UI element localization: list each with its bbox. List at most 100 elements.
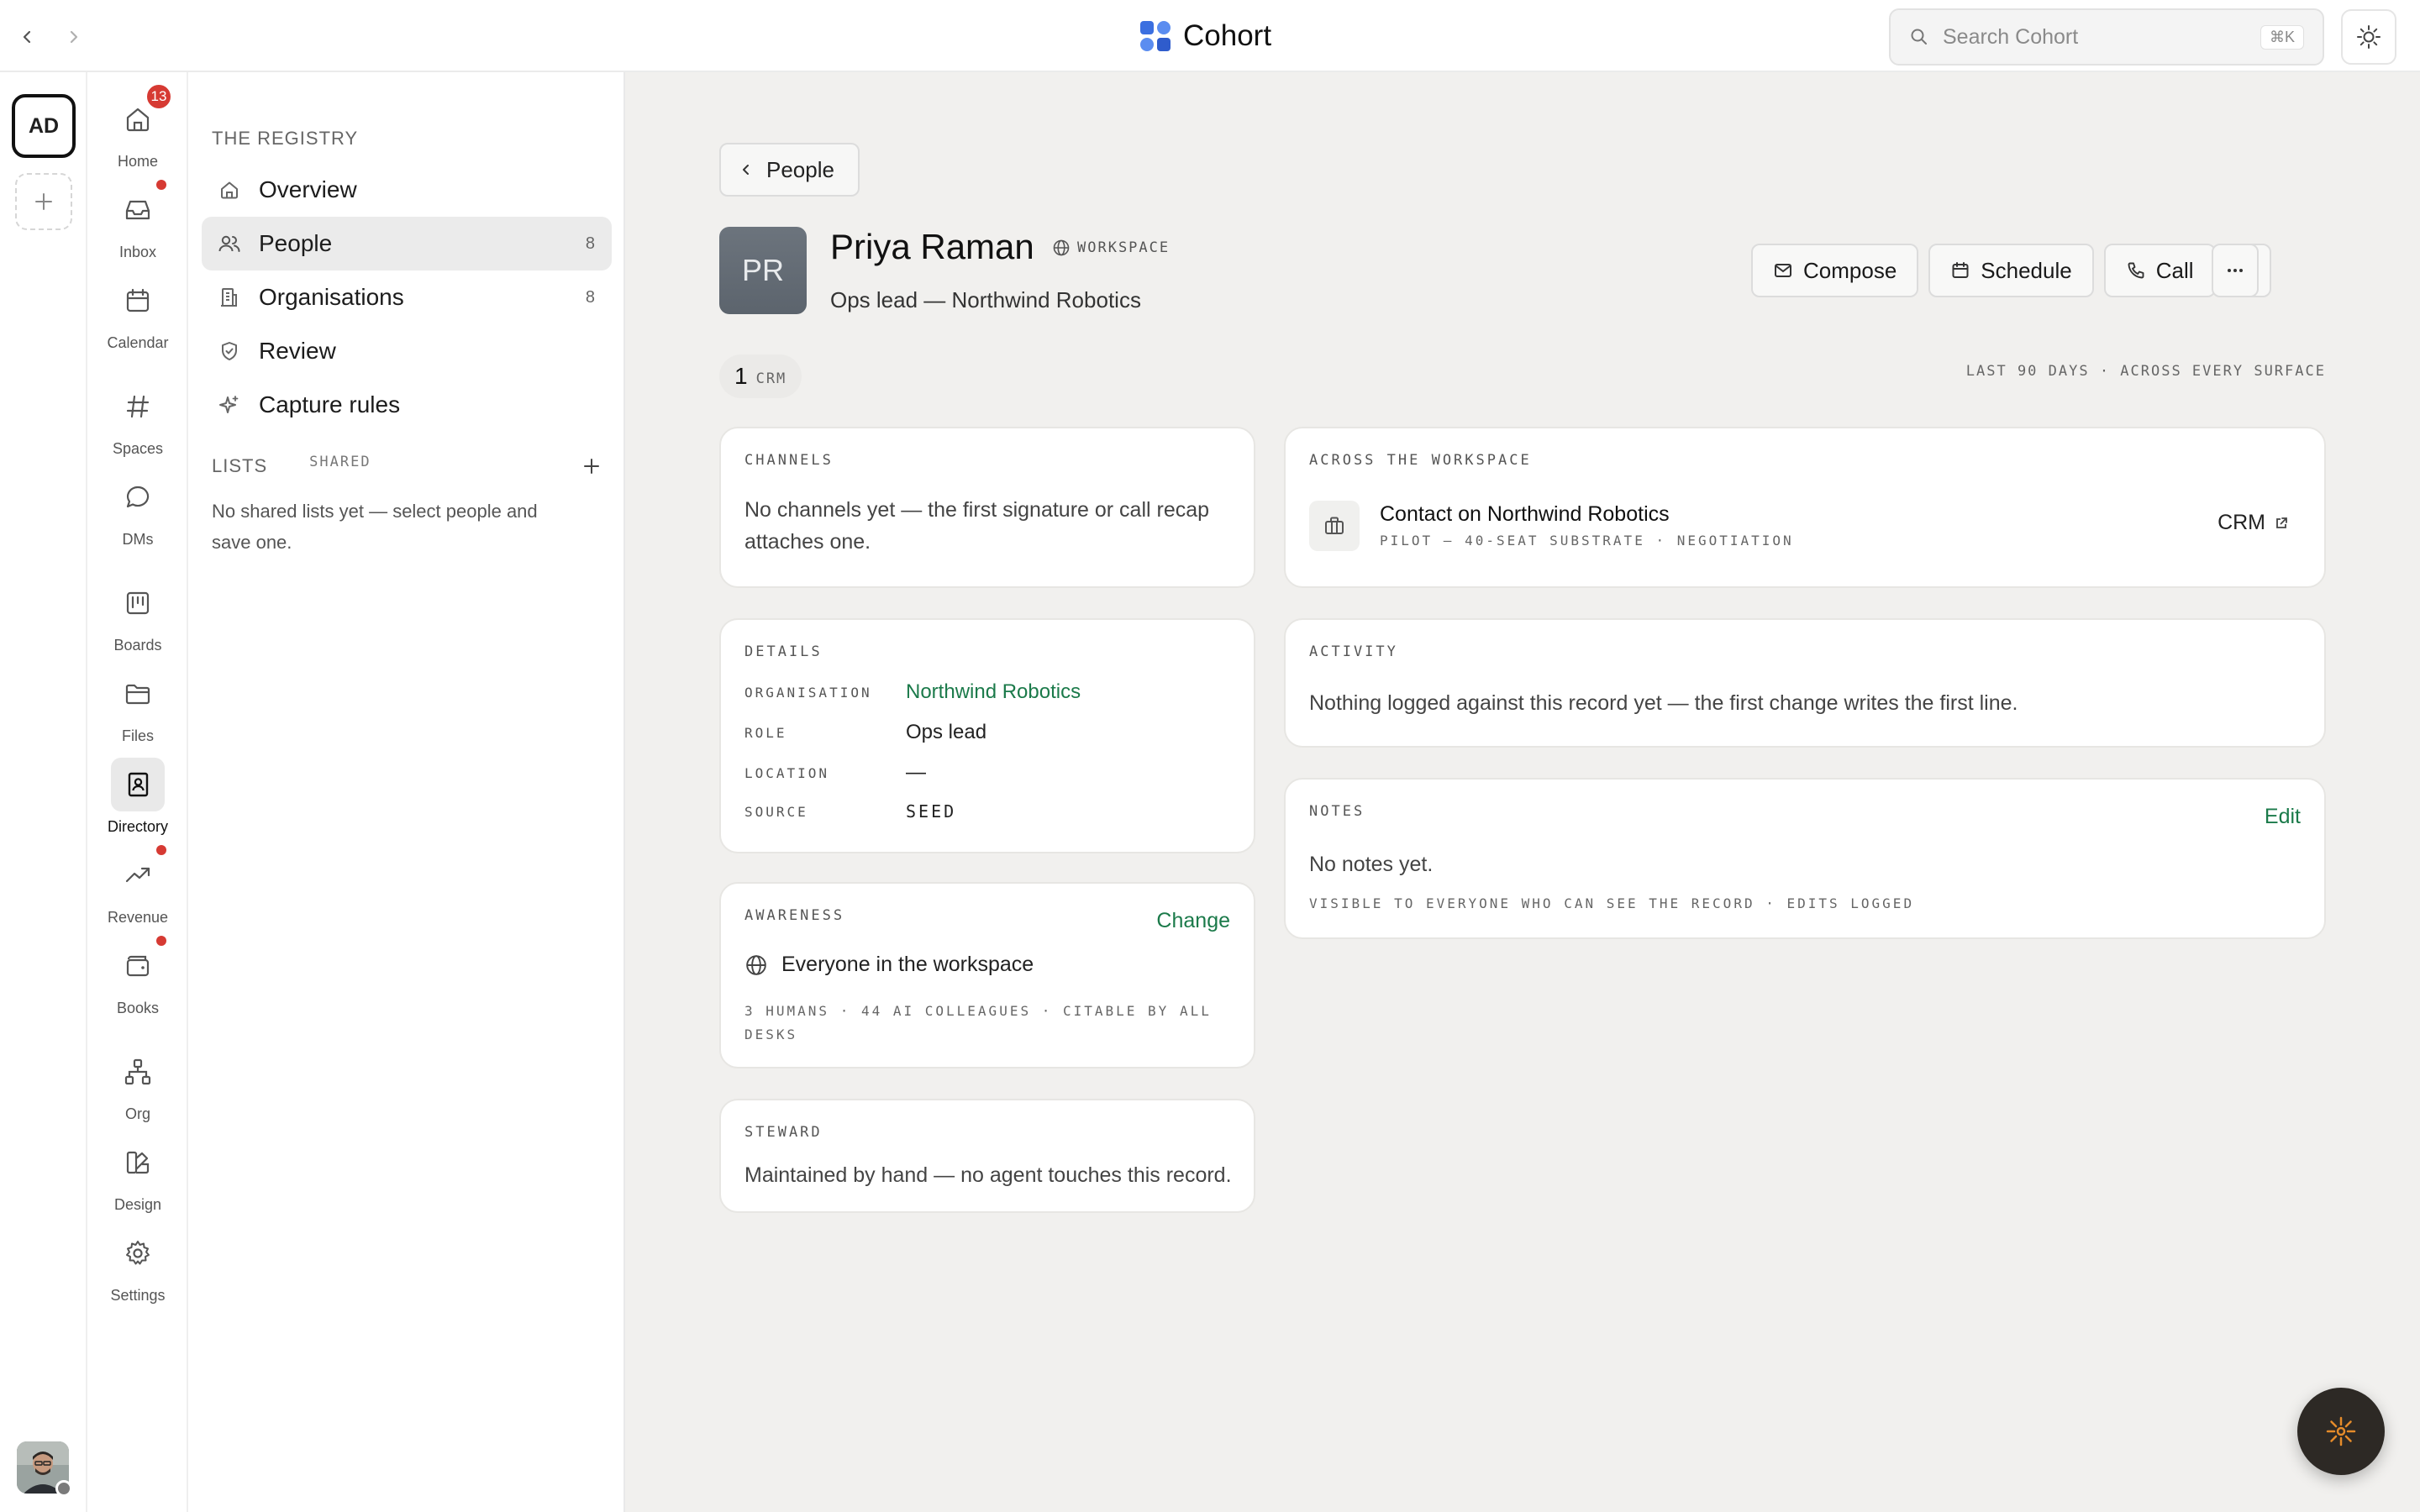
call-label: Call <box>2155 257 2194 283</box>
home-icon: 13 <box>111 82 173 146</box>
activity-empty-text: Nothing logged against this record yet —… <box>1309 691 2018 715</box>
record-main: People PR Priya Raman WORKSPACE Ops lead… <box>625 72 2420 1512</box>
search-icon <box>1909 27 1929 47</box>
steward-text: Maintained by hand — no agent touches th… <box>744 1163 1232 1187</box>
edit-notes-link[interactable]: Edit <box>2265 805 2301 829</box>
sidebar-item-count: 8 <box>585 234 595 253</box>
open-in-crm-link[interactable]: CRM <box>2217 511 2289 535</box>
presence-indicator <box>55 1480 72 1497</box>
trend-up-icon <box>111 845 166 902</box>
activity-card: ACTIVITY Nothing logged against this rec… <box>1284 618 2326 748</box>
detail-row-role: ROLE Ops lead <box>744 721 986 744</box>
crm-count-chip[interactable]: 1 CRM <box>719 354 802 398</box>
sidebar-item-review[interactable]: Review <box>202 324 612 378</box>
gear-icon <box>111 1226 165 1280</box>
sidebar-item-people[interactable]: People 8 <box>202 217 612 270</box>
app-rail-label: Boards <box>113 637 162 654</box>
lists-header: LISTS SHARED <box>212 454 602 477</box>
add-workspace-button[interactable] <box>15 173 72 230</box>
organisation-link[interactable]: Northwind Robotics <box>906 680 1081 704</box>
scope-tag-label: WORKSPACE <box>1077 239 1171 256</box>
sidebar-item-label: People <box>259 230 333 256</box>
sidebar-item-organisations[interactable]: Organisations 8 <box>202 270 612 324</box>
app-rail-label: DMs <box>122 531 154 548</box>
kanban-icon <box>111 576 165 630</box>
schedule-button[interactable]: Schedule <box>1928 244 2094 297</box>
sidebar-item-capture-rules[interactable]: Capture rules <box>202 378 612 432</box>
workspace-switcher[interactable]: AD <box>12 94 76 158</box>
record-subtitle: Ops lead — Northwind Robotics <box>830 287 1141 312</box>
detail-value: Ops lead <box>906 721 987 743</box>
app-rail-label: Org <box>124 1105 150 1122</box>
app-rail-boards[interactable]: Boards <box>87 576 188 654</box>
app-brand[interactable]: Cohort <box>1139 17 1271 55</box>
add-list-button[interactable] <box>581 456 602 476</box>
notes-empty-text: No notes yet. <box>1309 853 1434 876</box>
chevron-left-icon <box>743 165 749 175</box>
external-link-icon <box>2276 517 2287 528</box>
change-awareness-link[interactable]: Change <box>1156 909 1230 933</box>
record-name: Priya Raman <box>830 227 1034 266</box>
card-label: ACTIVITY <box>1309 643 1398 660</box>
crm-count: 1 <box>734 363 748 389</box>
cohort-logo-icon <box>1139 20 1171 52</box>
sidebar-section-title: THE REGISTRY <box>212 128 359 149</box>
compose-label: Compose <box>1803 257 1897 283</box>
building-icon <box>217 285 242 310</box>
app-rail-label: Calendar <box>107 334 169 351</box>
app-rail-revenue[interactable]: Revenue <box>87 845 188 927</box>
app-rail-directory[interactable]: Directory <box>87 758 188 836</box>
assistant-fab-button[interactable] <box>2297 1388 2385 1475</box>
search-input[interactable]: Search Cohort ⌘K <box>1889 8 2324 66</box>
card-label: CHANNELS <box>744 452 834 469</box>
top-bar: Cohort Search Cohort ⌘K <box>0 0 2420 72</box>
workspace-item-title[interactable]: Contact on Northwind Robotics <box>1380 502 1670 527</box>
app-rail-books[interactable]: Books <box>87 936 188 1017</box>
sidebar-item-overview[interactable]: Overview <box>202 163 612 217</box>
app-title: Cohort <box>1183 19 1272 52</box>
scope-tag[interactable]: WORKSPACE <box>1052 239 1170 257</box>
inbox-unread-dot <box>156 180 166 190</box>
awareness-audience-label: Everyone in the workspace <box>781 953 1034 976</box>
lists-filter[interactable]: SHARED <box>309 454 371 470</box>
app-rail-label: Settings <box>110 1287 166 1304</box>
call-button[interactable]: Call <box>2103 244 2216 297</box>
app-rail-label: Spaces <box>112 440 164 457</box>
awareness-card: AWARENESS Change Everyone in the workspa… <box>719 882 1255 1068</box>
compose-button[interactable]: Compose <box>1751 244 1919 297</box>
inbox-icon <box>111 180 166 237</box>
details-card: DETAILS ORGANISATION Northwind Robotics … <box>719 618 1255 853</box>
back-arrow-icon[interactable] <box>10 20 44 54</box>
app-rail-spaces[interactable]: Spaces <box>87 380 188 458</box>
detail-row-location: LOCATION — <box>744 761 926 785</box>
range-note: LAST 90 DAYS · ACROSS EVERY SURFACE <box>1965 363 2326 380</box>
forward-arrow-icon[interactable] <box>57 20 91 54</box>
more-actions-button[interactable] <box>2212 244 2259 297</box>
palette-icon <box>111 1136 165 1189</box>
channels-card: CHANNELS No channels yet — the first sig… <box>719 427 1255 588</box>
card-label: NOTES <box>1309 803 1365 820</box>
card-label: STEWARD <box>744 1124 823 1141</box>
revenue-unread-dot <box>156 845 166 855</box>
schedule-label: Schedule <box>1981 257 2072 283</box>
back-to-people-button[interactable]: People <box>719 143 860 197</box>
app-rail-inbox[interactable]: Inbox <box>87 180 188 261</box>
card-label: AWARENESS <box>744 907 845 924</box>
app-rail-dms[interactable]: DMs <box>87 470 188 549</box>
app-rail-home[interactable]: 13 Home <box>87 82 188 171</box>
app-rail-calendar[interactable]: Calendar <box>87 274 188 352</box>
home-icon <box>217 177 242 202</box>
card-label: ACROSS THE WORKSPACE <box>1309 452 1532 469</box>
app-rail-org[interactable]: Org <box>87 1045 188 1123</box>
app-rail-design[interactable]: Design <box>87 1136 188 1214</box>
detail-key: ROLE <box>744 724 787 741</box>
globe-icon <box>1053 239 1070 256</box>
calendar-icon <box>111 274 165 328</box>
app-rail: 13 Home Inbox Calendar Spaces DMs Boards <box>87 72 188 1512</box>
theme-toggle-button[interactable] <box>2341 9 2396 65</box>
app-rail-label: Inbox <box>118 244 157 260</box>
app-rail-settings[interactable]: Settings <box>87 1226 188 1305</box>
app-rail-files[interactable]: Files <box>87 667 188 745</box>
workspace-rail: AD <box>0 72 87 1512</box>
sparkle-icon <box>217 392 242 417</box>
